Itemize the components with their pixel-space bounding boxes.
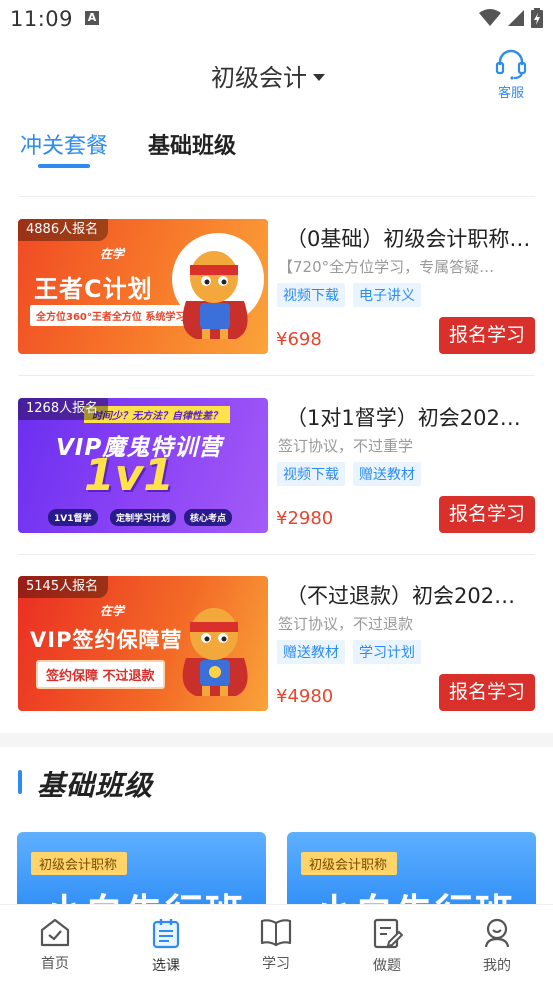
battery-icon (531, 8, 543, 28)
signup-count-badge: 1268人报名 (18, 398, 109, 420)
home-icon (40, 918, 70, 947)
package-tags: 视频下载 赠送教材 (277, 462, 421, 486)
nav-home[interactable]: 首页 (25, 917, 85, 973)
tab-packages[interactable]: 冲关套餐 (20, 128, 108, 160)
class-card[interactable]: 初级会计职称 小白先行班 (17, 832, 266, 912)
divider (18, 196, 535, 197)
package-title: （0基础）初级会计职称… (286, 227, 531, 251)
banner-subtitle: 签约保障 不过退款 (36, 660, 165, 689)
headset-icon (495, 49, 527, 80)
nav-study[interactable]: 学习 (246, 917, 306, 973)
package-tag: 视频下载 (277, 462, 345, 486)
nav-home-label: 首页 (41, 956, 69, 972)
signup-count-badge: 5145人报名 (18, 576, 109, 598)
banner-brand: 在学 (100, 247, 125, 261)
divider (18, 375, 535, 376)
nav-exercise-label: 做题 (373, 958, 401, 974)
banner-1v1: 1v1 (84, 450, 174, 501)
status-icons (479, 8, 543, 28)
package-item[interactable]: 1268人报名 时间少？无方法？自律性差？ VIP魔鬼特训营 1v1 1V1督学… (18, 398, 535, 533)
nav-exercise[interactable]: 做题 (357, 917, 417, 975)
package-item[interactable]: 5145人报名 在学 VIP签约保障营 签约保障 不过退款 （不过退款）初会20… (18, 576, 535, 711)
status-time: 11:09 (10, 7, 74, 31)
banner-headline: VIP签约保障营 (30, 628, 183, 652)
package-description: 签订协议，不过退款 (278, 615, 414, 633)
class-card[interactable]: 初级会计职称 小白先行班 (287, 832, 536, 912)
banner-pill: 1V1督学 (48, 509, 98, 526)
banner-pill: 核心考点 (184, 509, 233, 526)
package-tag: 电子讲义 (353, 283, 421, 307)
banner-headline: 王者C计划 (34, 275, 153, 303)
tab-basic-classes[interactable]: 基础班级 (148, 128, 236, 160)
customer-service-label: 客服 (497, 86, 524, 101)
nav-course-select-label: 选课 (152, 958, 180, 974)
nav-profile-label: 我的 (483, 958, 511, 974)
package-tags: 视频下载 电子讲义 (277, 283, 421, 307)
package-price: ¥4980 (276, 686, 334, 707)
section-separator (0, 733, 553, 747)
package-tag: 视频下载 (277, 283, 345, 307)
signup-button[interactable]: 报名学习 (439, 674, 535, 711)
package-tag: 赠送教材 (277, 640, 345, 664)
status-bar: 11:09 A (0, 0, 553, 40)
signup-button[interactable]: 报名学习 (439, 496, 535, 533)
subject-selector[interactable]: 初级会计 (211, 58, 325, 93)
package-price: ¥2980 (276, 508, 334, 529)
mascot-icon (182, 608, 248, 696)
header: 初级会计 客服 (0, 46, 553, 102)
profile-icon (484, 918, 510, 948)
nav-study-label: 学习 (262, 956, 290, 972)
package-description: 签订协议，不过重学 (278, 437, 414, 455)
package-price: ¥698 (276, 329, 322, 350)
section-title: 基础班级 (37, 769, 154, 802)
nav-course-select[interactable]: 选课 (136, 917, 196, 975)
page-title: 初级会计 (211, 64, 307, 92)
package-item[interactable]: 4886人报名 在学 王者C计划 全方位360°王者全方位 系统学习 （0基础）… (18, 219, 535, 354)
package-title: （不过退款）初会202… (286, 584, 516, 608)
package-description: 【720°全方位学习，专属答疑… (278, 258, 495, 276)
customer-service-button[interactable]: 客服 (493, 48, 529, 101)
bottom-nav: 首页 选课 学习 做题 我的 (0, 904, 553, 984)
tab-bar: 冲关套餐 基础班级 (18, 126, 538, 174)
nav-profile[interactable]: 我的 (467, 917, 527, 975)
signal-icon (508, 10, 524, 26)
caret-down-icon (313, 73, 325, 81)
wifi-icon (479, 9, 501, 26)
package-tags: 赠送教材 学习计划 (277, 640, 421, 664)
course-select-icon (152, 919, 180, 949)
package-tag: 赠送教材 (353, 462, 421, 486)
signup-count-badge: 4886人报名 (18, 219, 109, 241)
mascot-icon (182, 251, 248, 339)
divider (18, 554, 535, 555)
banner-brand: 在学 (100, 604, 125, 618)
exercise-icon (373, 918, 403, 949)
package-banner: 5145人报名 在学 VIP签约保障营 签约保障 不过退款 (18, 576, 268, 711)
signup-button[interactable]: 报名学习 (439, 317, 535, 354)
notification-a-icon: A (85, 11, 99, 25)
class-card-tag: 初级会计职称 (31, 852, 128, 875)
package-banner: 1268人报名 时间少？无方法？自律性差？ VIP魔鬼特训营 1v1 1V1督学… (18, 398, 268, 533)
package-tag: 学习计划 (353, 640, 421, 664)
section-accent-bar (18, 770, 22, 794)
package-title: （1对1督学）初会202… (286, 406, 521, 430)
tab-active-indicator (38, 164, 90, 168)
package-banner: 4886人报名 在学 王者C计划 全方位360°王者全方位 系统学习 (18, 219, 268, 354)
banner-pill: 定制学习计划 (110, 509, 177, 526)
book-icon (260, 919, 292, 947)
class-card-tag: 初级会计职称 (301, 852, 398, 875)
